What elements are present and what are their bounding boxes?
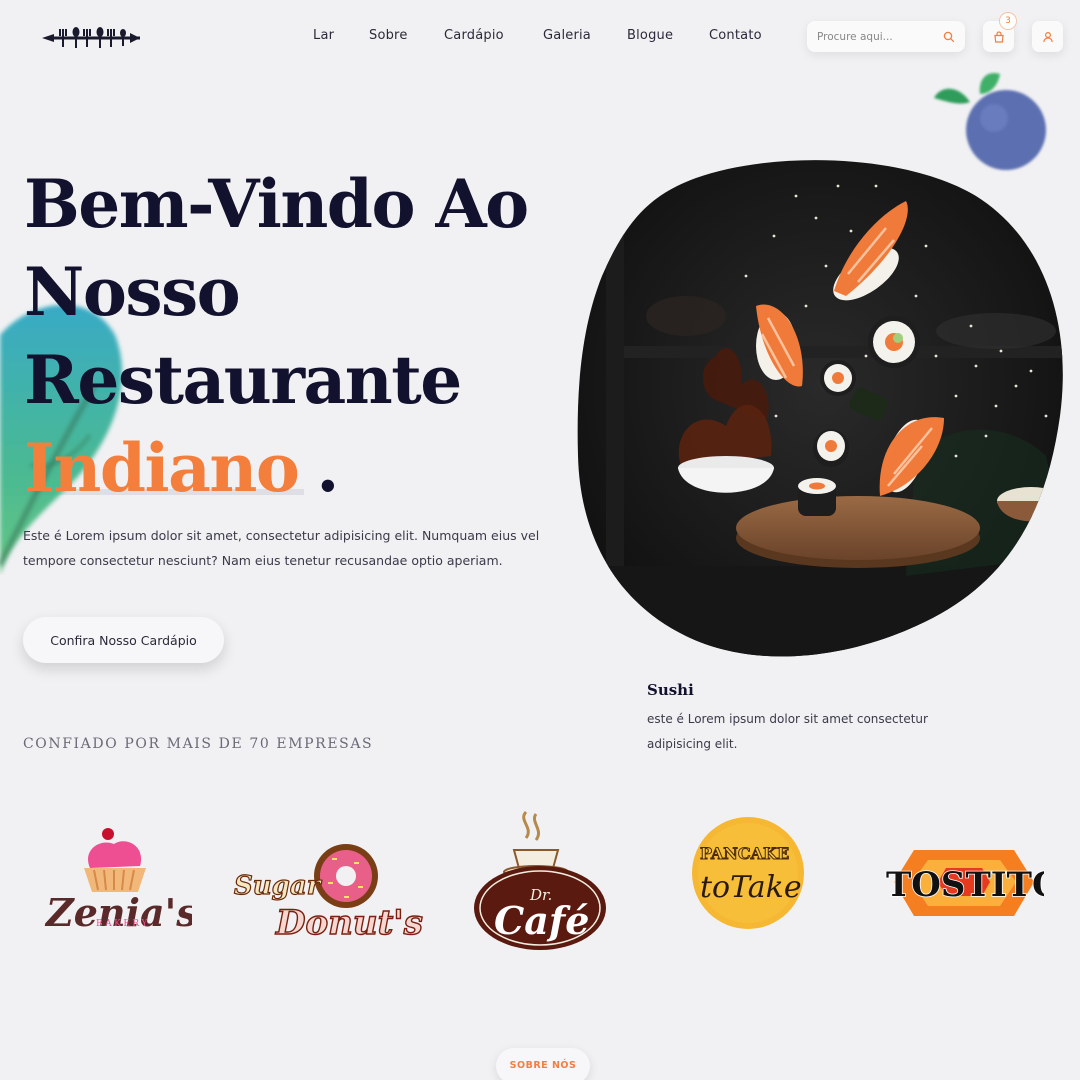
headline-dot: .	[316, 429, 339, 507]
featured-dish-title: Sushi	[647, 681, 694, 699]
view-menu-button[interactable]: Confira Nosso Cardápio	[23, 617, 224, 663]
zenias-bakery-logo: Zenia's BAKERY	[44, 828, 192, 934]
nav-gallery[interactable]: Galeria	[543, 28, 591, 43]
nav-contact[interactable]: Contato	[709, 28, 762, 43]
totake-word: toTake	[700, 870, 802, 905]
pancake-word: PANCAKE	[700, 844, 789, 863]
nav-home[interactable]: Lar	[313, 28, 334, 43]
featured-dish-description: este é Lorem ipsum dolor sit amet consec…	[647, 712, 928, 751]
headline-accent: Indiano	[24, 429, 300, 507]
cart-count-badge: 3	[999, 12, 1017, 30]
trusted-by-heading: CONFIADO POR MAIS DE 70 EMPRESAS	[23, 736, 374, 752]
search-icon[interactable]	[943, 31, 955, 43]
search-box	[807, 21, 965, 52]
search-input[interactable]	[817, 30, 935, 43]
headline-line-1: Bem-Vindo Ao	[24, 165, 529, 243]
headline-line-3: Restaurante	[24, 341, 462, 419]
donuts-word: Donut's	[275, 903, 423, 940]
nav-blog[interactable]: Blogue	[627, 28, 673, 43]
sushi-hero-image	[577, 160, 1063, 657]
shopping-bag-icon	[993, 30, 1004, 43]
zenias-sub: BAKERY	[96, 919, 150, 929]
tostitos-logo: TOSTITOS	[885, 850, 1044, 916]
about-section-button[interactable]: SOBRE NÓS	[496, 1048, 590, 1080]
hero-headline: Bem-Vindo Ao Nosso Restaurante Indiano.	[24, 160, 584, 512]
user-icon	[1042, 31, 1053, 42]
hero-intro: Este é Lorem ipsum dolor sit amet, conse…	[23, 528, 540, 568]
account-button[interactable]	[1032, 21, 1063, 52]
nav-about[interactable]: Sobre	[369, 28, 408, 43]
cart-button[interactable]: 3	[983, 12, 1017, 52]
headline-line-2: Nosso	[24, 253, 241, 331]
cafe-big-word: Café	[494, 898, 589, 943]
nav-menu[interactable]: Cardápio	[444, 28, 504, 43]
sugar-word: Sugar	[234, 871, 323, 901]
pancake-to-take-logo: PANCAKE toTake	[692, 817, 804, 929]
tostitos-word: TOSTITOS	[886, 865, 1044, 905]
dr-cafe-logo: Dr. Café	[474, 810, 606, 950]
sugar-donuts-logo: Sugar Donut's	[233, 844, 424, 940]
